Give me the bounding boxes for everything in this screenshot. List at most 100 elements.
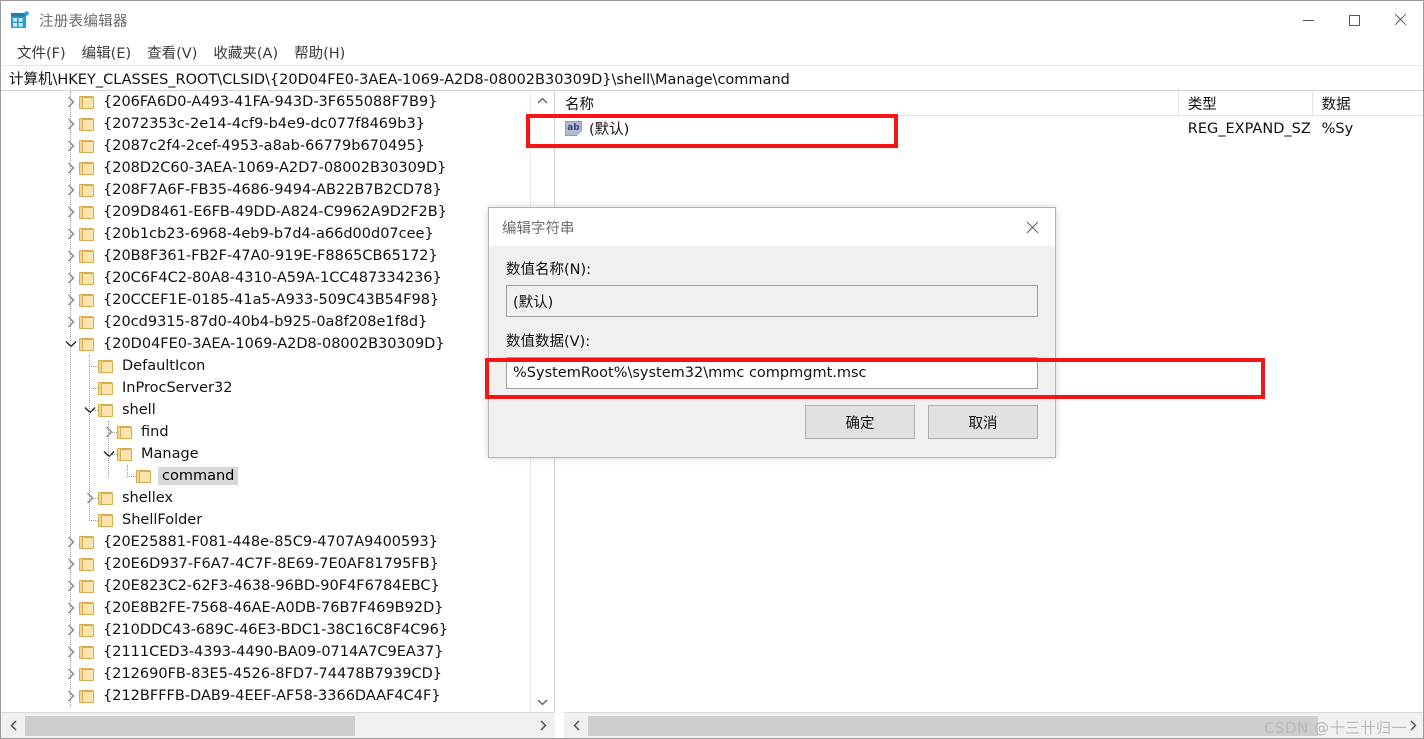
value-name-cell[interactable]: ab (默认): [556, 118, 1179, 139]
chevron-right-icon[interactable]: [63, 553, 79, 575]
tree-item[interactable]: command: [1, 465, 531, 487]
registry-tree: {206FA6D0-A493-41FA-943D-3F655088F7B9} {2…: [1, 91, 531, 712]
chevron-right-icon[interactable]: [63, 267, 79, 289]
chevron-right-icon[interactable]: [63, 179, 79, 201]
tree-item[interactable]: find: [1, 421, 531, 443]
tree-item[interactable]: {212BFFFB-DAB9-4EEF-AF58-3366DAAF4C4F}: [1, 685, 531, 707]
tree-item[interactable]: shellex: [1, 487, 531, 509]
values-list-header: 名称 类型 数据: [556, 91, 1423, 116]
chevron-right-icon[interactable]: [63, 135, 79, 157]
value-data-input[interactable]: [506, 357, 1038, 389]
tree-item[interactable]: shell: [1, 399, 531, 421]
menu-favorites[interactable]: 收藏夹(A): [205, 41, 286, 64]
folder-icon: [79, 95, 94, 109]
chevron-right-icon[interactable]: [63, 597, 79, 619]
tree-item[interactable]: Manage: [1, 443, 531, 465]
edit-string-dialog: 编辑字符串 数值名称(N): 数值数据(V): 确定 取消: [488, 207, 1056, 458]
list-scroll-left-arrow[interactable]: [564, 713, 588, 739]
tree-item[interactable]: {208D2C60-3AEA-1069-A2D7-08002B30309D}: [1, 157, 531, 179]
chevron-right-icon[interactable]: [63, 575, 79, 597]
tree-item-label: {210DDC43-689C-46E3-BDC1-38C16C8F4C96}: [103, 622, 449, 638]
tree-item[interactable]: {2087c2f4-2cef-4953-a8ab-66779b670495}: [1, 135, 531, 157]
chevron-right-icon[interactable]: [63, 245, 79, 267]
chevron-right-icon[interactable]: [63, 223, 79, 245]
chevron-right-icon[interactable]: [63, 157, 79, 179]
chevron-right-icon[interactable]: [63, 641, 79, 663]
tree-item[interactable]: {20D04FE0-3AEA-1069-A2D8-08002B30309D}: [1, 333, 531, 355]
folder-icon: [98, 403, 113, 417]
tree-connector-line: [89, 366, 98, 367]
tree-item[interactable]: {20C6F4C2-80A8-4310-A59A-1CC487334236}: [1, 267, 531, 289]
folder-icon: [79, 227, 94, 241]
tree-item[interactable]: {20cd9315-87d0-40b4-b925-0a8f208e1f8d}: [1, 311, 531, 333]
value-data-label: 数值数据(V):: [506, 334, 591, 350]
minimize-button[interactable]: [1285, 1, 1331, 39]
chevron-right-icon[interactable]: [63, 663, 79, 685]
tree-item[interactable]: {2072353c-2e14-4cf9-b4e9-dc077f8469b3}: [1, 113, 531, 135]
tree-hscroll-track[interactable]: [25, 713, 531, 739]
registry-editor-window: 注册表编辑器 文件(F) 编辑(E) 查看(V) 收藏夹(A) 帮助(H) 计算…: [0, 0, 1424, 739]
tree-item[interactable]: {20E25881-F081-448e-85C9-4707A9400593}: [1, 531, 531, 553]
tree-connector-line: [89, 520, 98, 521]
tree-scroll-left-arrow[interactable]: [1, 713, 25, 739]
tree-item[interactable]: DefaultIcon: [1, 355, 531, 377]
chevron-right-icon[interactable]: [63, 619, 79, 641]
tree-connector-line: [127, 476, 136, 477]
chevron-down-icon[interactable]: [63, 333, 79, 355]
menu-help[interactable]: 帮助(H): [286, 41, 353, 64]
tree-item-label: {209D8461-E6FB-49DD-A824-C9962A9D2F2B}: [103, 204, 447, 220]
tree-item[interactable]: {2111CED3-4393-4490-BA09-0714A7C9EA37}: [1, 641, 531, 663]
tree-item[interactable]: {209D8461-E6FB-49DD-A824-C9962A9D2F2B}: [1, 201, 531, 223]
chevron-right-icon[interactable]: [63, 201, 79, 223]
tree-item[interactable]: {210DDC43-689C-46E3-BDC1-38C16C8F4C96}: [1, 619, 531, 641]
chevron-right-icon[interactable]: [63, 311, 79, 333]
ok-button[interactable]: 确定: [805, 405, 915, 439]
tree-item-label: {20D04FE0-3AEA-1069-A2D8-08002B30309D}: [103, 336, 445, 352]
tree-item[interactable]: {212690FB-83E5-4526-8FD7-74478B7939CD}: [1, 663, 531, 685]
tree-item[interactable]: {20b1cb23-6968-4eb9-b7d4-a66d00d07cee}: [1, 223, 531, 245]
tree-item-label: {20E823C2-62F3-4638-96BD-90F4F6784EBC}: [103, 578, 440, 594]
tree-item[interactable]: {20E6D937-F6A7-4C7F-8E69-7E0AF81795FB}: [1, 553, 531, 575]
table-row[interactable]: ab (默认) REG_EXPAND_SZ %Sy: [556, 115, 1423, 142]
menu-file[interactable]: 文件(F): [9, 41, 74, 64]
dialog-title-bar: 编辑字符串: [489, 208, 1055, 246]
tree-item-label: {208F7A6F-FB35-4686-9494-AB22B7B2CD78}: [103, 182, 442, 198]
registry-tree-pane: {206FA6D0-A493-41FA-943D-3F655088F7B9} {2…: [1, 91, 555, 712]
tree-horizontal-thumb[interactable]: [25, 715, 355, 736]
dialog-close-button[interactable]: [1010, 208, 1055, 246]
tree-scroll-right-arrow[interactable]: [531, 713, 555, 739]
tree-item-label: {2072353c-2e14-4cf9-b4e9-dc077f8469b3}: [103, 116, 425, 132]
address-bar[interactable]: 计算机\HKEY_CLASSES_ROOT\CLSID\{20D04FE0-3A…: [1, 65, 1423, 91]
tree-item[interactable]: {20E8B2FE-7568-46AE-A0DB-76B7F469B92D}: [1, 597, 531, 619]
cancel-button[interactable]: 取消: [928, 405, 1038, 439]
chevron-right-icon[interactable]: [63, 531, 79, 553]
tree-item[interactable]: {20B8F361-FB2F-47A0-919E-F8865CB65172}: [1, 245, 531, 267]
list-horizontal-thumb[interactable]: [588, 715, 1318, 736]
column-header-data[interactable]: 数据: [1313, 91, 1423, 115]
folder-icon: [79, 139, 94, 153]
column-header-type[interactable]: 类型: [1179, 91, 1313, 115]
maximize-button[interactable]: [1331, 1, 1377, 39]
column-header-name[interactable]: 名称: [556, 91, 1179, 115]
dialog-title: 编辑字符串: [502, 220, 575, 237]
tree-item[interactable]: {20E823C2-62F3-4638-96BD-90F4F6784EBC}: [1, 575, 531, 597]
close-button[interactable]: [1377, 1, 1423, 39]
tree-item[interactable]: ShellFolder: [1, 509, 531, 531]
chevron-right-icon[interactable]: [63, 91, 79, 113]
tree-scroll-up-arrow[interactable]: [531, 91, 554, 110]
menu-view[interactable]: 查看(V): [139, 41, 205, 64]
chevron-right-icon[interactable]: [63, 289, 79, 311]
tree-item[interactable]: {20CCEF1E-0185-41a5-A933-509C43B54F98}: [1, 289, 531, 311]
tree-item-label: shellex: [122, 490, 173, 506]
chevron-right-icon[interactable]: [63, 113, 79, 135]
tree-horizontal-scrollbar[interactable]: [1, 712, 555, 738]
tree-item[interactable]: InProcServer32: [1, 377, 531, 399]
value-name-input[interactable]: [506, 285, 1038, 317]
chevron-right-icon[interactable]: [63, 685, 79, 707]
menu-edit[interactable]: 编辑(E): [74, 41, 139, 64]
value-name-label: 数值名称(N):: [506, 262, 592, 278]
tree-item-label: {20C6F4C2-80A8-4310-A59A-1CC487334236}: [103, 270, 442, 286]
tree-scroll-down-arrow[interactable]: [531, 693, 554, 712]
tree-item[interactable]: {208F7A6F-FB35-4686-9494-AB22B7B2CD78}: [1, 179, 531, 201]
tree-item[interactable]: {206FA6D0-A493-41FA-943D-3F655088F7B9}: [1, 91, 531, 113]
